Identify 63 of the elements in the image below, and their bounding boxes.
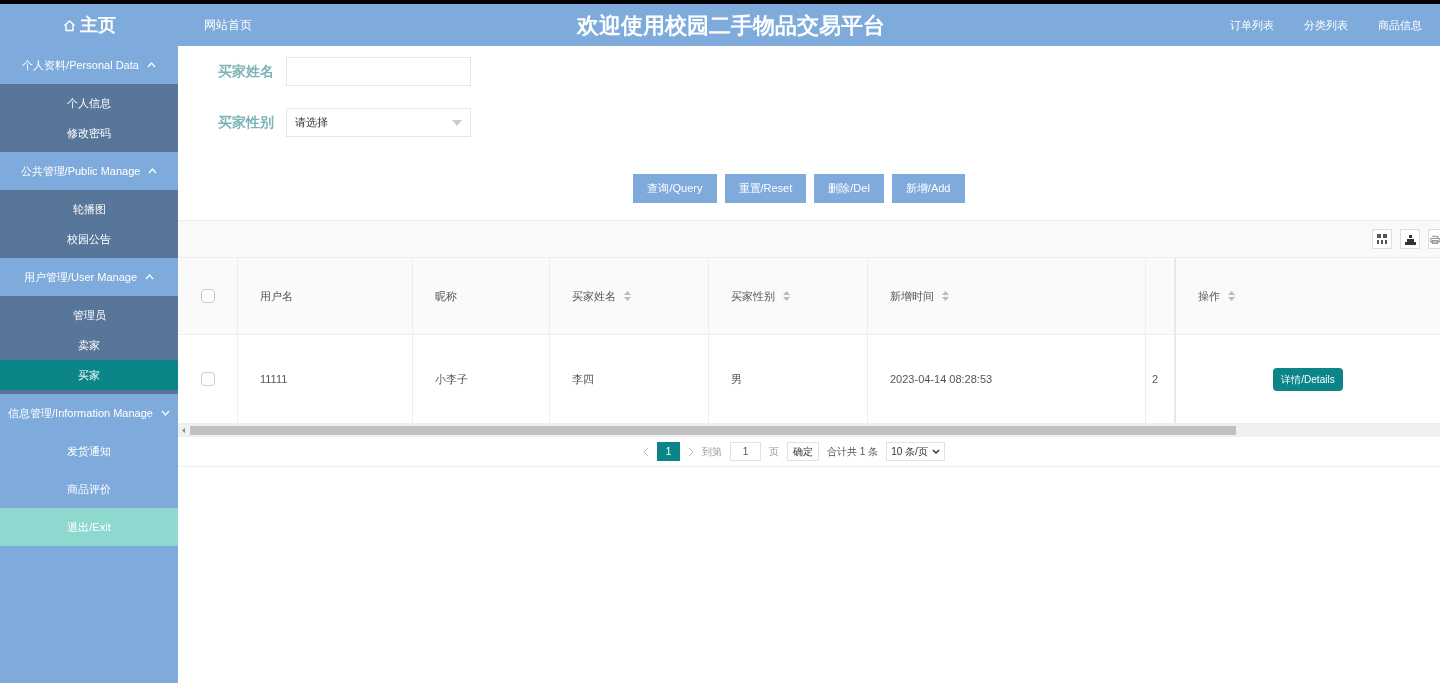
sort-icon[interactable] xyxy=(783,291,790,301)
print-icon[interactable] xyxy=(1428,229,1440,249)
checkbox[interactable] xyxy=(200,372,215,386)
column-header: 买家姓名 xyxy=(572,288,616,304)
action-button[interactable]: 重置/Reset xyxy=(724,174,807,203)
page-title: 欢迎使用校园二手物品交易平台 xyxy=(577,11,885,40)
horizontal-scrollbar[interactable] xyxy=(178,424,1440,437)
column-header: 买家性别 xyxy=(731,288,775,304)
input-field[interactable] xyxy=(286,57,471,86)
table-cell-text: 小李子 xyxy=(435,371,468,387)
chevron-up-icon xyxy=(146,62,156,68)
total-count: 合计共 1 条 xyxy=(827,445,879,459)
menu-item[interactable]: 修改密码 xyxy=(0,118,178,148)
chevron-up-icon xyxy=(145,274,155,280)
action-button[interactable]: 删除/Del xyxy=(814,174,884,203)
previous-page-icon[interactable] xyxy=(643,446,650,457)
page-button[interactable]: 1 xyxy=(657,442,681,461)
home-link[interactable]: 主页 xyxy=(79,11,116,39)
menu-item[interactable]: 管理员 xyxy=(0,300,178,330)
chevron-up-icon xyxy=(148,168,158,174)
export-icon[interactable] xyxy=(1400,229,1420,249)
exit-button[interactable]: 退出/Exit xyxy=(0,508,178,546)
table-cell-text: 2023-04-14 08:28:53 xyxy=(890,371,993,387)
home-icon xyxy=(62,18,76,32)
menu-item[interactable]: 买家 xyxy=(0,360,178,390)
checkbox[interactable] xyxy=(200,289,215,303)
select-field[interactable]: 请选择 xyxy=(286,108,471,137)
table-cell-text: 11111 xyxy=(260,371,288,387)
confirm-button[interactable]: 确定 xyxy=(787,442,820,461)
menu-item[interactable]: 发货通知 xyxy=(0,432,178,470)
sort-icon[interactable] xyxy=(1228,291,1235,301)
action-button[interactable]: 查询/Query xyxy=(633,174,717,203)
column-header: 昵称 xyxy=(435,288,457,304)
chevron-down-icon xyxy=(931,448,940,455)
filter-label: 买家性别 xyxy=(218,113,274,132)
page-size-select[interactable]: 10 条/页 xyxy=(886,442,945,461)
table-cell-text: 2 xyxy=(1152,371,1159,387)
chevron-down-icon xyxy=(160,410,170,416)
page-unit: 页 xyxy=(769,445,780,459)
column-header: 新增时间 xyxy=(890,288,934,304)
menu-item[interactable]: 商品评价 xyxy=(0,470,178,508)
menu-item[interactable]: 校园公告 xyxy=(0,224,178,254)
menu-item[interactable]: 轮播图 xyxy=(0,194,178,224)
page-input[interactable]: 1 xyxy=(730,442,762,461)
action-button[interactable]: 新增/Add xyxy=(891,174,965,203)
next-page-icon[interactable] xyxy=(688,446,695,457)
filter-label: 买家姓名 xyxy=(218,62,274,81)
menu-item[interactable]: 卖家 xyxy=(0,330,178,360)
menu-item[interactable]: 个人信息 xyxy=(0,88,178,118)
sort-icon[interactable] xyxy=(624,291,631,301)
site-home-link[interactable]: 网站首页 xyxy=(204,16,252,34)
table-cell-text: 李四 xyxy=(572,371,594,387)
table-cell-text: 男 xyxy=(731,371,742,387)
nav-link[interactable]: 分类列表 xyxy=(1304,16,1348,34)
column-header: 用户名 xyxy=(260,288,293,304)
nav-link[interactable]: 商品信息 xyxy=(1378,16,1422,34)
nav-link[interactable]: 订单列表 xyxy=(1230,16,1274,34)
dropdown-icon xyxy=(452,119,462,126)
details-button[interactable]: 详情/Details xyxy=(1273,367,1343,391)
column-header: 操作 xyxy=(1198,288,1220,304)
columns-icon[interactable] xyxy=(1372,229,1392,249)
goto-label: 到第 xyxy=(702,445,723,459)
sort-icon[interactable] xyxy=(942,291,949,301)
